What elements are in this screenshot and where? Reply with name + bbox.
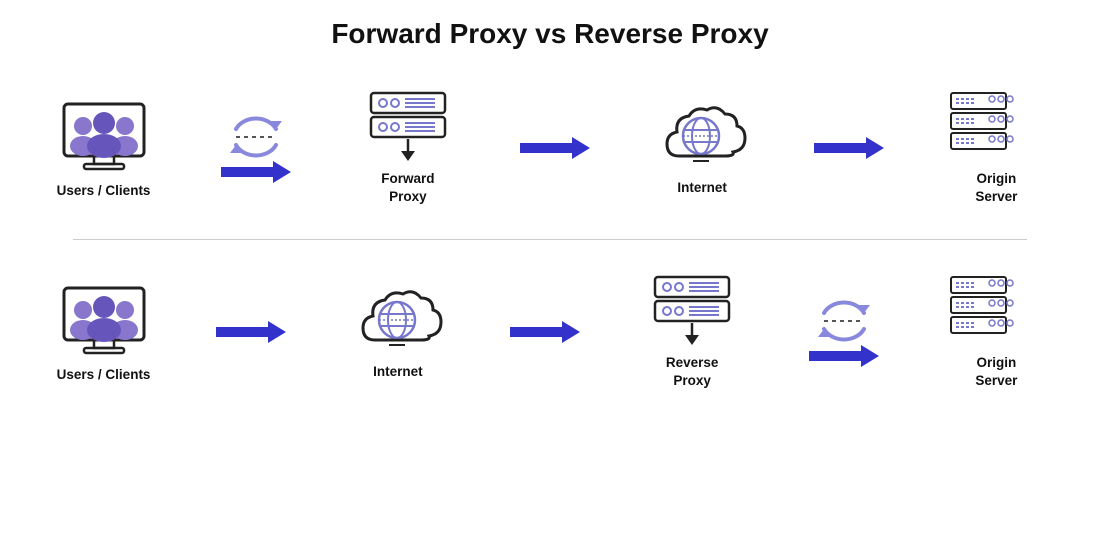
users-clients-icon-2 <box>59 280 149 360</box>
internet-icon-2 <box>353 282 443 357</box>
origin-server-label-2: OriginServer <box>975 354 1017 389</box>
reverse-proxy-icon <box>647 273 737 348</box>
origin-server-icon-1 <box>946 89 1046 164</box>
node-users-clients-2: Users / Clients <box>44 280 164 384</box>
cycle-arrows-icon-1 <box>226 113 286 161</box>
users-clients-icon-1 <box>59 96 149 176</box>
blue-arrow-5 <box>510 321 580 343</box>
node-internet-2: Internet <box>338 282 458 381</box>
reverse-proxy-row: Users / Clients Internet <box>20 244 1080 419</box>
users-clients-label-2: Users / Clients <box>57 366 151 384</box>
cycle-arrows-icon-2 <box>814 297 874 345</box>
blue-arrow-2 <box>520 137 590 159</box>
node-reverse-proxy: ReverseProxy <box>632 273 752 389</box>
origin-server-label-1: OriginServer <box>975 170 1017 205</box>
blue-arrow-6 <box>809 345 879 367</box>
node-users-clients-1: Users / Clients <box>44 96 164 200</box>
page-title: Forward Proxy vs Reverse Proxy <box>331 18 768 50</box>
internet-icon-1 <box>657 98 747 173</box>
arrow-internet-to-revproxy <box>505 321 585 343</box>
blue-arrow-4 <box>216 321 286 343</box>
internet-label-2: Internet <box>373 363 423 381</box>
diagram-container: Users / Clients <box>20 60 1080 419</box>
node-origin-server-1: OriginServer <box>936 89 1056 205</box>
arrow-users-to-fwdproxy <box>211 113 301 183</box>
arrow-fwdproxy-to-internet <box>515 137 595 159</box>
users-clients-label-1: Users / Clients <box>57 182 151 200</box>
arrow-internet-to-origin-1 <box>809 137 889 159</box>
arrow-revproxy-to-origin <box>799 297 889 367</box>
reverse-proxy-label: ReverseProxy <box>666 354 719 389</box>
node-origin-server-2: OriginServer <box>936 273 1056 389</box>
internet-label-1: Internet <box>677 179 727 197</box>
forward-proxy-label: ForwardProxy <box>381 170 434 205</box>
blue-arrow-1 <box>221 161 291 183</box>
forward-proxy-row: Users / Clients <box>20 60 1080 235</box>
row-divider <box>73 239 1027 240</box>
arrow-users-to-internet-2 <box>211 321 291 343</box>
node-internet-1: Internet <box>642 98 762 197</box>
origin-server-icon-2 <box>946 273 1046 348</box>
blue-arrow-3 <box>814 137 884 159</box>
forward-proxy-icon <box>363 89 453 164</box>
node-forward-proxy: ForwardProxy <box>348 89 468 205</box>
